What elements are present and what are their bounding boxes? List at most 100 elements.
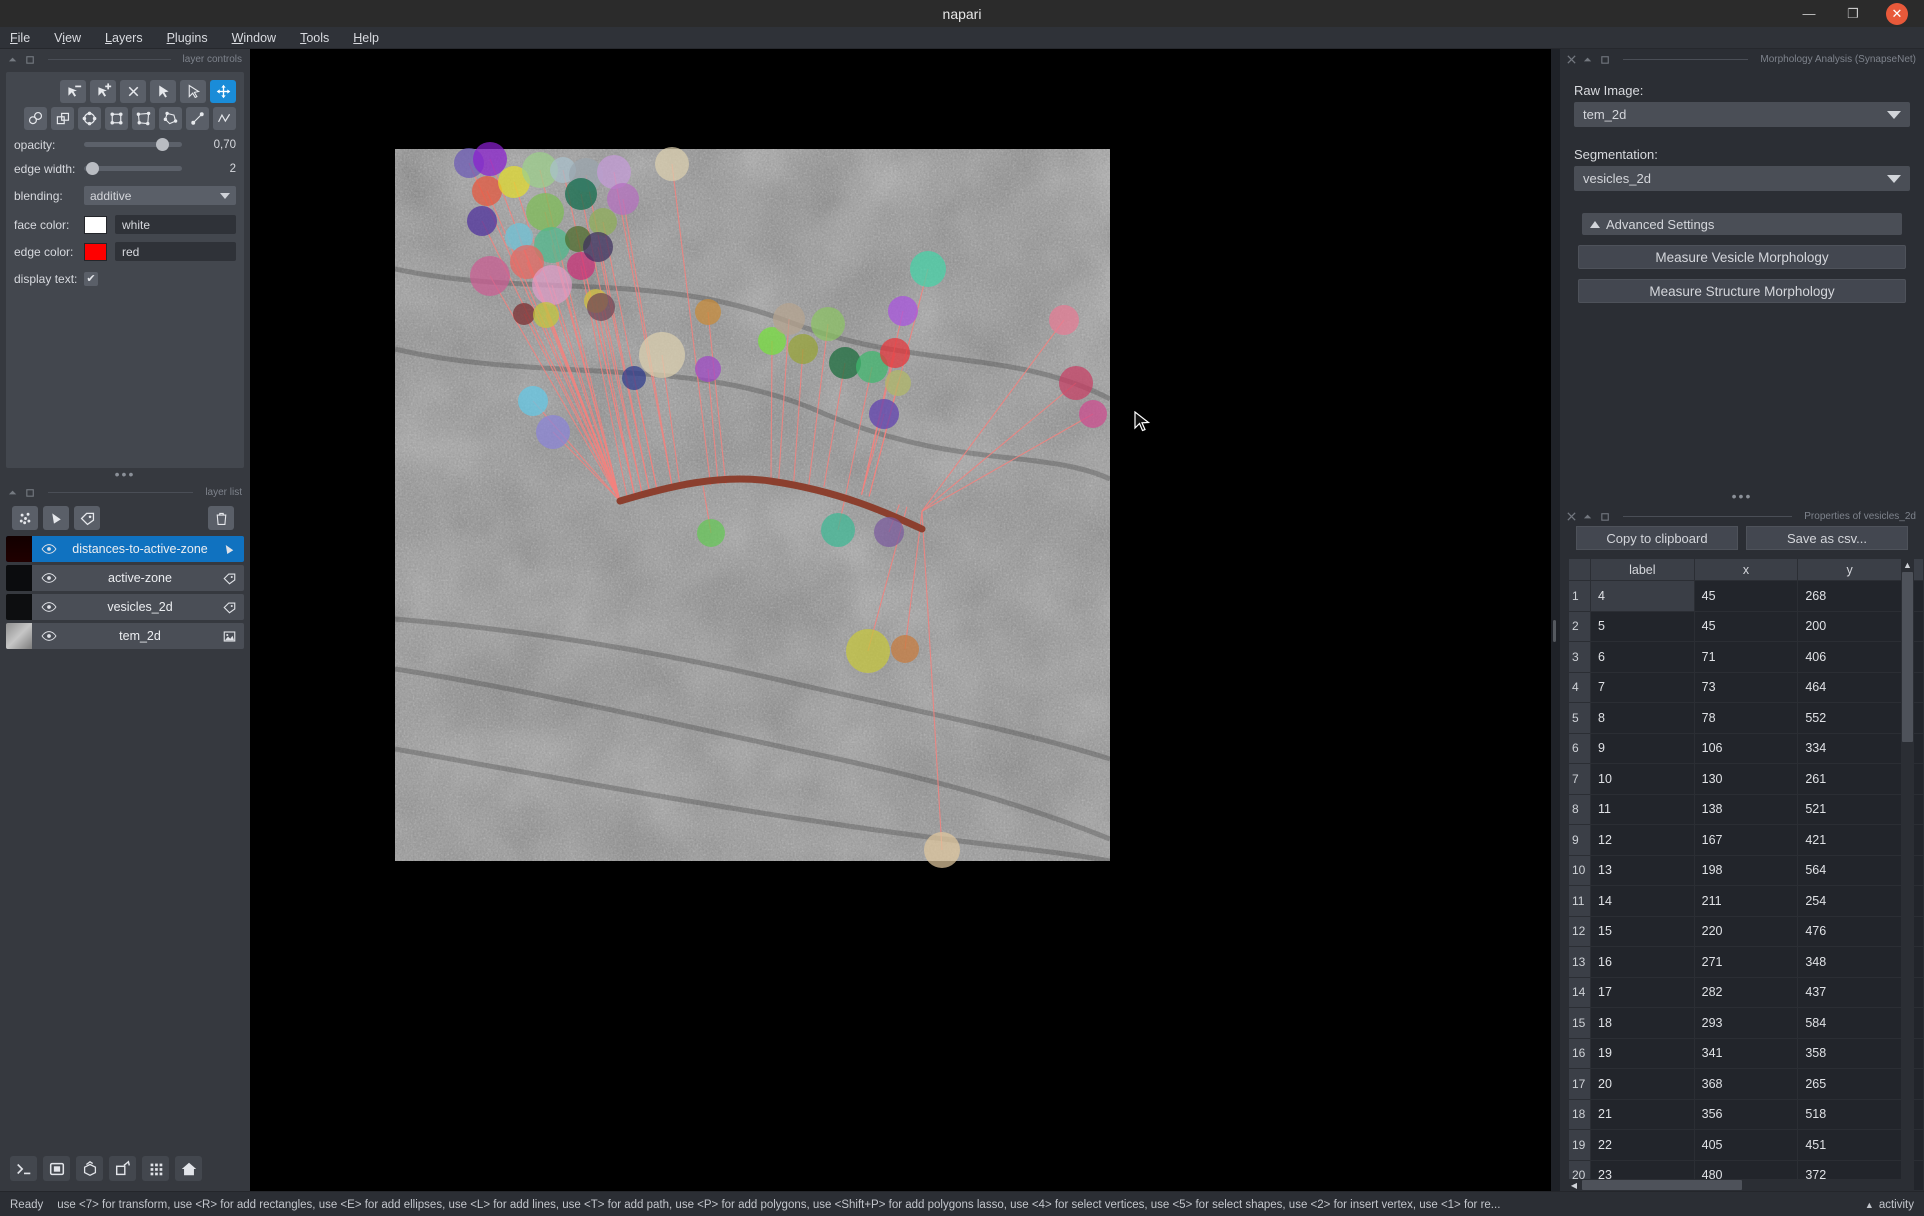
measure-vesicle-morphology-button[interactable]: Measure Vesicle Morphology	[1578, 245, 1906, 269]
cell-y[interactable]: 564	[1797, 854, 1902, 886]
table-horizontal-scrollbar[interactable]: ◀	[1568, 1179, 1914, 1191]
cell-x[interactable]: 71	[1693, 641, 1799, 673]
table-row[interactable]: 8 11 138 521	[1568, 793, 1924, 825]
cell-y[interactable]: 451	[1797, 1129, 1902, 1161]
layer-visibility-toggle[interactable]	[32, 601, 66, 613]
menu-view[interactable]: View	[52, 30, 83, 46]
cell-y[interactable]: 334	[1797, 732, 1902, 764]
cell-x[interactable]: 45	[1693, 580, 1799, 612]
cell-x[interactable]: 405	[1693, 1129, 1799, 1161]
dock-splitter[interactable]	[1551, 49, 1560, 1191]
layer-row-distances-to-active-zone[interactable]: distances-to-active-zone	[6, 536, 244, 562]
cell-x[interactable]: 356	[1693, 1098, 1799, 1130]
cell-label[interactable]: 21	[1590, 1098, 1695, 1130]
layer-row-vesicles_2d[interactable]: vesicles_2d	[6, 594, 244, 620]
select-shape-add-icon[interactable]	[90, 80, 116, 103]
advanced-settings-toggle[interactable]: Advanced Settings	[1582, 213, 1902, 235]
popout-icon[interactable]	[1600, 54, 1611, 65]
table-row[interactable]: 19 22 405 451	[1568, 1129, 1924, 1161]
move-front-icon[interactable]	[51, 107, 74, 130]
move-back-icon[interactable]	[24, 107, 47, 130]
console-icon[interactable]	[10, 1156, 37, 1181]
cell-y[interactable]: 552	[1797, 702, 1902, 734]
table-row[interactable]: 7 10 130 261	[1568, 763, 1924, 795]
table-row[interactable]: 2 5 45 200	[1568, 610, 1924, 642]
cell-label[interactable]: 14	[1590, 885, 1695, 917]
cell-label[interactable]: 7	[1590, 671, 1695, 703]
add-path-icon[interactable]	[213, 107, 236, 130]
table-row[interactable]: 16 19 341 358	[1568, 1037, 1924, 1069]
cell-x[interactable]: 220	[1693, 915, 1799, 947]
cell-y[interactable]: 261	[1797, 763, 1902, 795]
cell-label[interactable]: 10	[1590, 763, 1695, 795]
cell-label[interactable]: 17	[1590, 976, 1695, 1008]
table-header-y[interactable]: y	[1797, 558, 1902, 581]
cell-x[interactable]: 78	[1693, 702, 1799, 734]
cell-y[interactable]: 406	[1797, 641, 1902, 673]
cell-y[interactable]: 521	[1797, 793, 1902, 825]
cell-label[interactable]: 8	[1590, 702, 1695, 734]
table-row[interactable]: 1 4 45 268	[1568, 580, 1924, 612]
cell-x[interactable]: 293	[1693, 1007, 1799, 1039]
panel-resize-handle[interactable]: •••	[0, 467, 250, 482]
cell-x[interactable]: 368	[1693, 1068, 1799, 1100]
layer-visibility-toggle[interactable]	[32, 572, 66, 584]
cell-x[interactable]: 106	[1693, 732, 1799, 764]
cell-x[interactable]: 167	[1693, 824, 1799, 856]
edge-width-slider[interactable]	[84, 159, 204, 179]
cell-label[interactable]: 12	[1590, 824, 1695, 856]
delete-layer-icon[interactable]	[208, 506, 234, 530]
segmentation-select[interactable]: vesicles_2d	[1574, 166, 1910, 191]
scroll-up-icon[interactable]: ▲	[1901, 558, 1914, 571]
table-row[interactable]: 10 13 198 564	[1568, 854, 1924, 886]
cell-y[interactable]: 421	[1797, 824, 1902, 856]
cell-x[interactable]: 130	[1693, 763, 1799, 795]
cell-label[interactable]: 13	[1590, 854, 1695, 886]
menu-plugins[interactable]: Plugins	[165, 30, 210, 46]
table-row[interactable]: 13 16 271 348	[1568, 946, 1924, 978]
transpose-dims-icon[interactable]	[109, 1156, 136, 1181]
properties-table-container[interactable]: label x y 1 4 45 268 2 5 45 200 3 6 71 406 4 7 73 464 5 8 78…	[1568, 558, 1924, 1191]
select-shape-remove-icon[interactable]	[60, 80, 86, 103]
opacity-slider[interactable]	[84, 135, 204, 155]
close-icon[interactable]	[1566, 54, 1577, 65]
cell-y[interactable]: 464	[1797, 671, 1902, 703]
edge-color-swatch[interactable]	[84, 242, 107, 261]
cell-label[interactable]: 4	[1590, 580, 1695, 612]
add-line-icon[interactable]	[186, 107, 209, 130]
edge-color-field[interactable]: red	[115, 242, 236, 261]
table-row[interactable]: 4 7 73 464	[1568, 671, 1924, 703]
cell-x[interactable]: 138	[1693, 793, 1799, 825]
cell-y[interactable]: 254	[1797, 885, 1902, 917]
viewer-canvas[interactable]	[250, 49, 1551, 1191]
table-row[interactable]: 14 17 282 437	[1568, 976, 1924, 1008]
cell-y[interactable]: 265	[1797, 1068, 1902, 1100]
measure-structure-morphology-button[interactable]: Measure Structure Morphology	[1578, 279, 1906, 303]
raw-image-select[interactable]: tem_2d	[1574, 102, 1910, 127]
cell-x[interactable]: 45	[1693, 610, 1799, 642]
popout-icon[interactable]	[1600, 511, 1611, 522]
cell-label[interactable]: 16	[1590, 946, 1695, 978]
select-shapes-icon[interactable]	[150, 80, 176, 103]
menu-tools[interactable]: Tools	[298, 30, 331, 46]
copy-to-clipboard-button[interactable]: Copy to clipboard	[1576, 526, 1738, 550]
cell-x[interactable]: 271	[1693, 946, 1799, 978]
cell-y[interactable]: 348	[1797, 946, 1902, 978]
cell-label[interactable]: 18	[1590, 1007, 1695, 1039]
cell-label[interactable]: 5	[1590, 610, 1695, 642]
menu-help[interactable]: Help	[351, 30, 381, 46]
cell-label[interactable]: 22	[1590, 1129, 1695, 1161]
float-icon[interactable]	[1583, 54, 1594, 65]
add-polygon-lasso-icon[interactable]	[159, 107, 182, 130]
cell-y[interactable]: 518	[1797, 1098, 1902, 1130]
cell-y[interactable]: 358	[1797, 1037, 1902, 1069]
table-row[interactable]: 17 20 368 265	[1568, 1068, 1924, 1100]
table-row[interactable]: 11 14 211 254	[1568, 885, 1924, 917]
add-ellipse-icon[interactable]	[78, 107, 101, 130]
table-header-label[interactable]: label	[1590, 558, 1695, 581]
face-color-swatch[interactable]	[84, 215, 107, 234]
cell-y[interactable]: 584	[1797, 1007, 1902, 1039]
face-color-field[interactable]: white	[115, 215, 236, 234]
layer-visibility-toggle[interactable]	[32, 543, 66, 555]
float-icon[interactable]	[8, 487, 19, 498]
